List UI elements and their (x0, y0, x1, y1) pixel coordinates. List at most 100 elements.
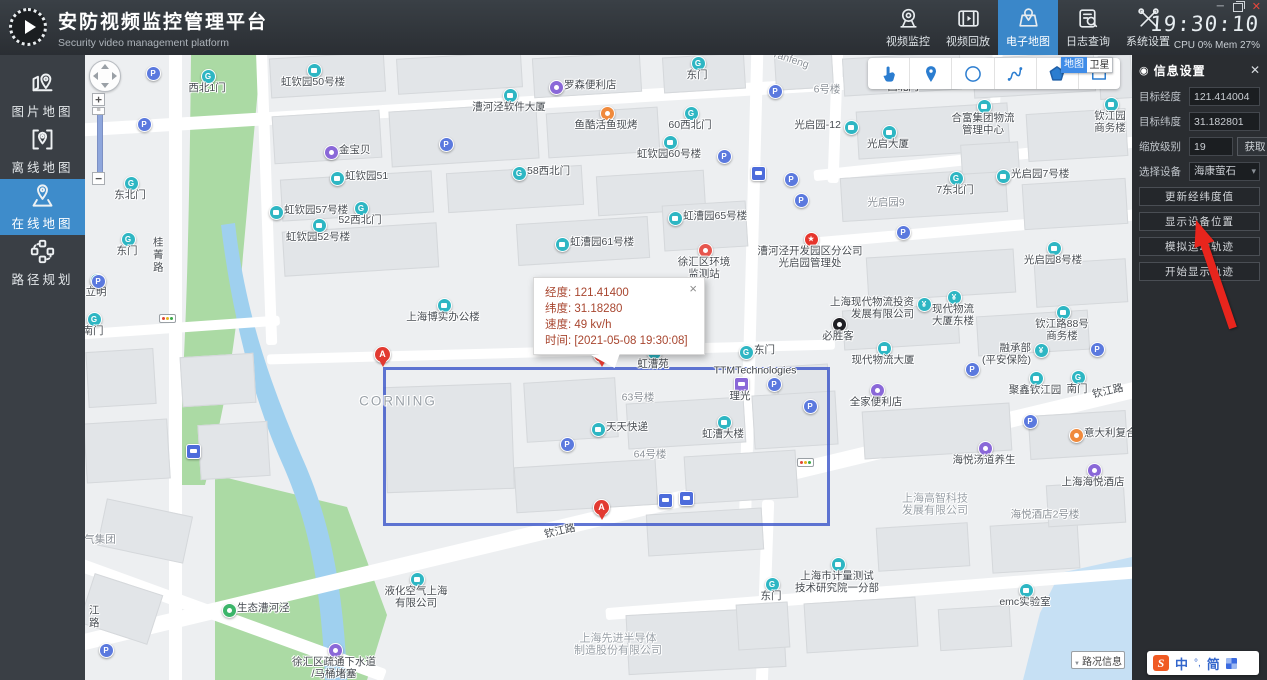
ime-keyboard-icon[interactable] (1225, 657, 1237, 669)
panel-close-icon[interactable]: ✕ (1250, 63, 1260, 77)
start-show-track-button[interactable]: 开始显示轨迹 (1139, 262, 1260, 281)
close-button[interactable]: ✕ (1252, 2, 1261, 13)
parking-icon[interactable]: P (895, 224, 911, 240)
minimize-button[interactable]: ─ (1217, 2, 1224, 12)
poi-icon[interactable]: ¥ (916, 296, 932, 312)
parking-icon[interactable]: P (783, 171, 799, 187)
traffic-light-icon[interactable] (797, 458, 814, 467)
nav-log-query[interactable]: 日志查询 (1058, 0, 1118, 55)
target-latitude-input[interactable] (1189, 112, 1260, 131)
track-point-marker[interactable]: A (374, 346, 392, 370)
poi-icon[interactable] (1068, 427, 1084, 443)
poi-label: 现代物流 大厦东楼 (932, 303, 974, 327)
toggle-map-view[interactable]: 地图 (1061, 57, 1087, 73)
parking-icon[interactable]: P (90, 273, 106, 289)
parking-icon[interactable]: P (136, 116, 152, 132)
parking-icon[interactable]: P (767, 83, 783, 99)
poi-icon[interactable] (268, 204, 284, 220)
zoom-slider-track[interactable] (97, 107, 103, 175)
tool-circle[interactable] (952, 58, 995, 89)
tool-polyline[interactable] (995, 58, 1037, 89)
poi-icon[interactable] (667, 210, 683, 226)
map-pan-control[interactable] (89, 60, 121, 92)
sidebar-item-online-map[interactable]: 在线地图 (0, 179, 85, 235)
parking-icon[interactable]: P (559, 436, 575, 452)
parking-icon[interactable]: P (1089, 341, 1105, 357)
device-dropdown[interactable]: 海康萤石 (1189, 162, 1260, 181)
ime-simplified[interactable]: 简 (1207, 654, 1220, 673)
poi-label: 虹漕园65号楼 (683, 210, 748, 222)
target-longitude-input[interactable] (1189, 87, 1260, 106)
parking-icon[interactable]: P (802, 398, 818, 414)
poi-label: 东门 (116, 245, 138, 257)
update-latlng-button[interactable]: 更新经纬度值 (1139, 187, 1260, 206)
poi-label: 南门 (1066, 383, 1088, 395)
nav-video-monitor[interactable]: 视频监控 (878, 0, 938, 55)
poi-icon[interactable] (554, 236, 570, 252)
poi-label: 光启园-12 (794, 119, 841, 131)
poi-icon[interactable] (329, 170, 345, 186)
app-title-block: 安防视频监控管理平台 Security video management pla… (58, 7, 268, 49)
parking-icon[interactable]: P (793, 192, 809, 208)
poi-icon[interactable] (843, 119, 859, 135)
field-target-longitude: 目标经度 (1139, 87, 1260, 106)
parking-icon[interactable]: P (1022, 413, 1038, 429)
poi-icon[interactable] (323, 144, 339, 160)
parking-icon[interactable]: P (716, 148, 732, 164)
parking-icon[interactable]: P (145, 65, 161, 81)
poi-icon[interactable] (221, 602, 237, 618)
poi-label: 东北门 (114, 189, 146, 201)
poi-label: 上海市计量测试 技术研究院一分部 (795, 570, 879, 594)
traffic-info-button[interactable]: 路况信息 (1071, 651, 1125, 669)
show-device-position-button[interactable]: 显示设备位置 (1139, 212, 1260, 231)
field-target-latitude: 目标纬度 (1139, 112, 1260, 131)
popup-speed: 速度: 49 kv/h (545, 319, 612, 331)
field-select-device: 选择设备 海康萤石 (1139, 162, 1260, 181)
parking-icon[interactable]: P (98, 642, 114, 658)
poi-label: 光启园8号楼 (1023, 254, 1083, 266)
toggle-satellite-view[interactable]: 卫星 (1087, 57, 1113, 73)
zoom-slider-handle[interactable] (92, 107, 105, 115)
zoom-in-button[interactable]: + (92, 93, 105, 106)
ime-logo-icon[interactable]: S (1153, 655, 1169, 671)
track-point-marker[interactable]: A (593, 499, 611, 523)
simulate-track-button[interactable]: 模拟运动轨迹 (1139, 237, 1260, 256)
map-canvas[interactable]: G西北1门G东北门G东门G52西北门G60西北门G58西北门G7东北门G西北门G… (85, 55, 1132, 680)
ime-bar[interactable]: S 中 °, 简 (1147, 651, 1259, 675)
parking-icon[interactable]: P (964, 361, 980, 377)
sidebar-item-route-planning[interactable]: 路径规划 (0, 235, 85, 291)
poi-icon[interactable] (548, 79, 564, 95)
picture-map-icon (32, 73, 53, 92)
nav-video-playback[interactable]: 视频回放 (938, 0, 998, 55)
poi-icon[interactable]: ¥ (1033, 342, 1049, 358)
app-title: 安防视频监控管理平台 (58, 12, 269, 33)
sidebar-item-offline-map[interactable]: 离线地图 (0, 123, 85, 179)
zoom-level-input[interactable] (1189, 137, 1233, 156)
gate-icon[interactable]: G (738, 344, 754, 360)
restore-button[interactable] (1232, 0, 1245, 12)
poi-label: 聚鑫钦江园 (1008, 384, 1062, 396)
tool-marker[interactable] (910, 58, 953, 89)
parking-icon[interactable]: P (766, 376, 782, 392)
poi-icon[interactable] (995, 168, 1011, 184)
poi-icon[interactable] (590, 421, 606, 437)
sidebar-item-picture-map[interactable]: 图片地图 (0, 67, 85, 123)
system-clock: 19:30:10 (1149, 12, 1260, 36)
map-pin-icon (1018, 8, 1038, 27)
traffic-light-icon[interactable] (159, 314, 176, 323)
gate-icon[interactable]: G (511, 165, 527, 181)
poi-label: 上海博实办公楼 (406, 311, 480, 323)
get-button[interactable]: 获取 (1237, 137, 1267, 156)
tool-hand[interactable] (868, 58, 911, 89)
parking-icon[interactable]: P (438, 136, 454, 152)
bus-stop-icon[interactable] (185, 443, 201, 459)
bus-stop-icon[interactable] (657, 492, 673, 508)
popup-close-icon[interactable] (689, 281, 697, 296)
ime-punctuation[interactable]: °, (1194, 658, 1201, 669)
pan-down-icon (101, 83, 109, 88)
bus-stop-icon[interactable] (750, 165, 766, 181)
zoom-out-button[interactable]: − (92, 172, 105, 185)
bus-stop-icon[interactable] (678, 490, 694, 506)
nav-emap[interactable]: 电子地图 (998, 0, 1058, 55)
ime-chinese-mode[interactable]: 中 (1175, 654, 1188, 673)
